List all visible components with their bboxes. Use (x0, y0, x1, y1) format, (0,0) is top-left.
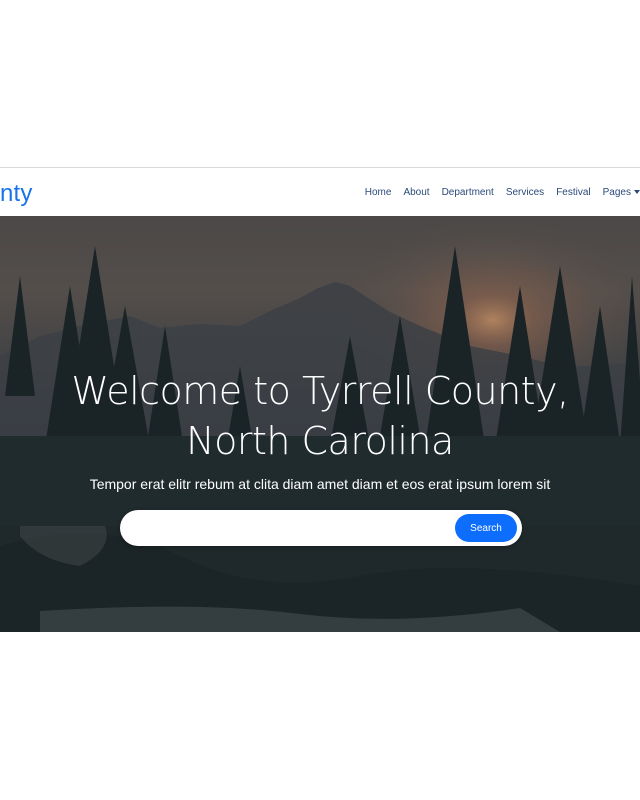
nav-department[interactable]: Department (442, 187, 494, 198)
search-bar: Search (120, 510, 522, 546)
nav-pages-label: Pages (602, 186, 631, 198)
nav-pages-dropdown[interactable]: Pages (603, 187, 640, 198)
page-top-margin (0, 0, 640, 167)
nav-festival[interactable]: Festival (556, 187, 590, 198)
page-bottom-margin (0, 632, 640, 800)
caret-down-icon (634, 190, 640, 194)
hero-title-line1: Welcome to Tyrrell County, (71, 369, 569, 413)
hero-subtitle: Tempor erat elitr rebum at clita diam am… (89, 476, 551, 492)
search-button[interactable]: Search (455, 514, 517, 542)
nav-about[interactable]: About (403, 187, 429, 198)
hero-banner: Welcome to Tyrrell County, North Carolin… (0, 216, 640, 632)
nav-services[interactable]: Services (506, 187, 544, 198)
brand-logo-text[interactable]: nty (0, 180, 33, 208)
main-nav: Home About Department Services Festival … (365, 168, 640, 216)
hero-content: Welcome to Tyrrell County, North Carolin… (0, 216, 640, 632)
search-input[interactable] (136, 516, 450, 542)
nav-home[interactable]: Home (365, 187, 392, 198)
hero-title: Welcome to Tyrrell County, North Carolin… (0, 366, 640, 466)
hero-title-line2: North Carolina (186, 419, 454, 463)
navbar: nty Home About Department Services Festi… (0, 168, 640, 216)
